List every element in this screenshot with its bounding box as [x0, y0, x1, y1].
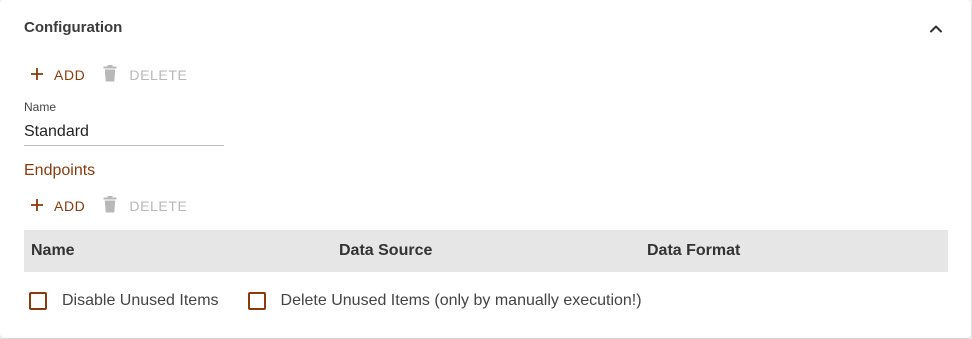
checkbox-box[interactable]	[247, 292, 266, 310]
delete-label: DELETE	[129, 198, 188, 214]
endpoints-title: Endpoints	[24, 162, 96, 179]
add-label: ADD	[54, 67, 86, 83]
checkbox-label: Delete Unused Items (only by manually ex…	[280, 292, 642, 309]
delete-label: DELETE	[129, 67, 188, 83]
delete-endpoint-button[interactable]: DELETE	[103, 196, 187, 216]
endpoints-toolbar: ADD DELETE	[24, 195, 187, 217]
checkbox-label: Disable Unused Items	[62, 292, 219, 309]
configuration-toolbar: ADD DELETE	[24, 64, 187, 86]
unused-items-options: Disable Unused Items Delete Unused Items…	[29, 292, 642, 310]
configuration-panel: Configuration ADD DELETE Name Standard E…	[0, 0, 971, 338]
name-input[interactable]	[24, 118, 224, 146]
panel-title: Configuration	[24, 19, 123, 36]
add-label: ADD	[54, 198, 86, 214]
delete-configuration-button[interactable]: DELETE	[103, 65, 187, 85]
plus-icon	[30, 198, 44, 215]
column-header-name[interactable]: Name	[24, 242, 332, 260]
delete-unused-items-checkbox[interactable]: Delete Unused Items (only by manually ex…	[247, 292, 642, 310]
endpoints-table-header: Name Data Source Data Format	[24, 230, 948, 272]
checkbox-box[interactable]	[29, 292, 47, 310]
column-header-data-format[interactable]: Data Format	[640, 242, 948, 260]
plus-icon	[30, 67, 44, 84]
chevron-up-icon[interactable]	[926, 19, 946, 39]
trash-icon	[103, 196, 117, 216]
add-endpoint-button[interactable]: ADD	[30, 198, 85, 215]
column-header-data-source[interactable]: Data Source	[332, 242, 640, 260]
name-field-label: Name	[24, 100, 57, 114]
add-configuration-button[interactable]: ADD	[30, 67, 85, 84]
trash-icon	[103, 65, 117, 85]
disable-unused-items-checkbox[interactable]: Disable Unused Items	[29, 292, 219, 310]
